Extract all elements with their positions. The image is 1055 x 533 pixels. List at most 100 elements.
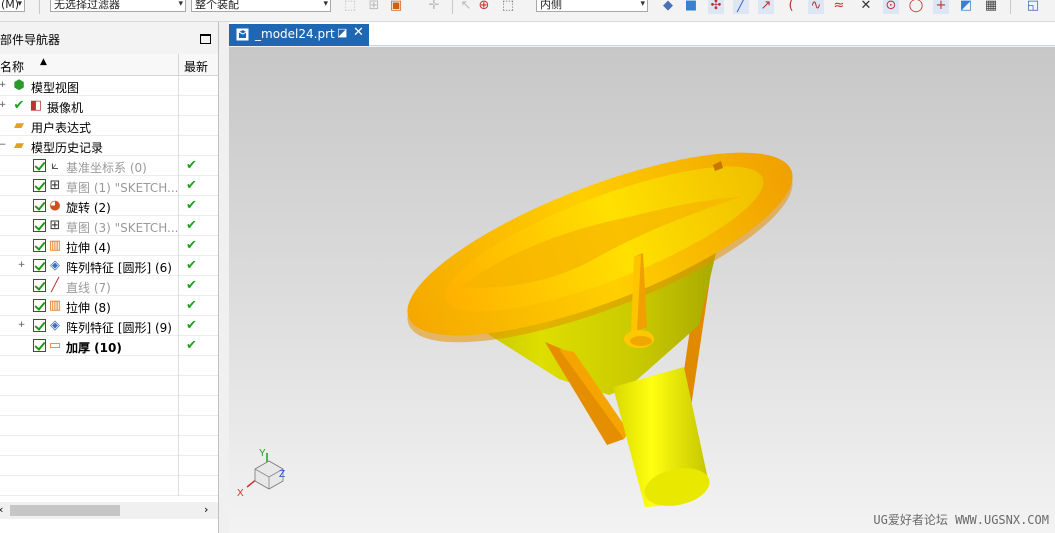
tree-row-pattern-9[interactable]: + ◈ 阵列特征 [圆形] (9) ✔: [0, 316, 218, 336]
type-filter-value: 无选择过滤器: [54, 0, 120, 11]
center-snap-icon[interactable]: ⊙: [883, 0, 899, 14]
column-name-header[interactable]: 名称: [0, 58, 24, 75]
snap-icon[interactable]: ⬚: [342, 0, 358, 14]
column-line: [178, 256, 179, 276]
spline-snap-icon[interactable]: ≈: [831, 0, 847, 14]
close-icon[interactable]: ✕: [353, 25, 364, 40]
tree-item-label: 用户表达式: [31, 121, 92, 135]
tree-item-label: 旋转 (2): [66, 201, 111, 215]
vertex-snap-icon[interactable]: ✣: [708, 0, 724, 14]
sketch-icon: ⊞: [49, 178, 61, 193]
tree-row-model-views[interactable]: + ⬢ 模型视图: [0, 76, 218, 96]
column-line: [178, 476, 179, 496]
extrude-icon: ▥: [48, 238, 62, 253]
select-feature-icon[interactable]: ▣: [388, 0, 404, 14]
sketch-icon: ⊞: [49, 218, 61, 233]
up-to-date-icon: ✔: [186, 178, 197, 193]
selection-scope-value: 整个装配: [195, 0, 239, 11]
column-divider[interactable]: [178, 54, 179, 76]
graphics-window[interactable]: Y Z X UG爱好者论坛 WWW.UGSNX.COM: [229, 47, 1055, 533]
column-line: [178, 336, 179, 356]
triad-z-label: Z: [279, 469, 285, 480]
endpoint-snap-icon[interactable]: ↗: [758, 0, 774, 14]
tree-row-line-7[interactable]: ╱ 直线 (7) ✔: [0, 276, 218, 296]
expand-icon[interactable]: +: [17, 261, 26, 270]
column-line: [178, 316, 179, 336]
quadrant-snap-icon[interactable]: ◯: [908, 0, 924, 14]
visibility-checkbox[interactable]: [33, 219, 46, 232]
column-line: [178, 96, 179, 116]
tree-row-thicken-10[interactable]: ▭ 加厚 (10) ✔: [0, 336, 218, 356]
visibility-checkbox[interactable]: [33, 339, 46, 352]
visibility-checkbox[interactable]: [33, 259, 46, 272]
move-handle-icon[interactable]: ✛: [426, 0, 442, 14]
visibility-checkbox[interactable]: [33, 239, 46, 252]
sort-ascending-icon[interactable]: ▲: [40, 57, 47, 67]
intersection-snap-icon[interactable]: ✕: [858, 0, 874, 14]
selection-mode-combo[interactable]: (M) ▾: [0, 0, 25, 12]
expand-icon[interactable]: +: [17, 321, 26, 330]
point-snap-icon[interactable]: ⊕: [476, 0, 492, 14]
column-line: [178, 76, 179, 96]
snap-options-icon[interactable]: ⊞: [366, 0, 382, 14]
column-latest-header[interactable]: 最新: [184, 58, 208, 75]
tree-item-label: 阵列特征 [圆形] (9): [66, 321, 172, 335]
scrollbar-thumb[interactable]: [10, 505, 120, 516]
type-filter-combo[interactable]: 无选择过滤器 ▾: [50, 0, 186, 12]
edge-snap-icon[interactable]: ╱: [733, 0, 749, 14]
column-line: [178, 176, 179, 196]
horizontal-scrollbar[interactable]: ‹ ›: [0, 502, 218, 519]
tab-model24[interactable]: _model24.prt ◪ ✕: [229, 24, 369, 46]
up-to-date-icon: ✔: [186, 218, 197, 233]
box-select-icon[interactable]: ⬚: [500, 0, 516, 14]
tree-item-label: 草图 (3) "SKETCH...: [66, 221, 179, 235]
datum-csys-icon: ⟀: [51, 158, 59, 173]
tree-row-pattern-6[interactable]: + ◈ 阵列特征 [圆形] (6) ✔: [0, 256, 218, 276]
empty-row: [0, 376, 218, 396]
selection-scope-combo[interactable]: 整个装配 ▾: [191, 0, 331, 12]
grid-icon[interactable]: ▦: [983, 0, 999, 14]
column-line: [178, 236, 179, 256]
view-icon[interactable]: ◩: [958, 0, 974, 14]
expand-icon[interactable]: +: [0, 101, 7, 110]
layout-icon[interactable]: ◱: [1025, 0, 1041, 14]
empty-row: [0, 396, 218, 416]
select-mode-combo[interactable]: 内侧 ▾: [536, 0, 648, 12]
column-line: [178, 116, 179, 136]
visibility-checkbox[interactable]: [33, 279, 46, 292]
expand-icon[interactable]: +: [0, 81, 7, 90]
model-render: Y Z X: [237, 152, 793, 507]
tree-row-extrude-8[interactable]: ▥ 拉伸 (8) ✔: [0, 296, 218, 316]
tree-row-camera[interactable]: + ✔ ◧ 摄像机: [0, 96, 218, 116]
up-to-date-icon: ✔: [186, 158, 197, 173]
checkmark-icon: ✔: [13, 98, 25, 113]
body-select-icon[interactable]: ■: [683, 0, 699, 14]
visibility-checkbox[interactable]: [33, 179, 46, 192]
visibility-checkbox[interactable]: [33, 159, 46, 172]
tree-row-user-expressions[interactable]: ▰ 用户表达式: [0, 116, 218, 136]
face-select-icon[interactable]: ◆: [660, 0, 676, 14]
column-line: [178, 456, 179, 476]
tree-row-datum-csys[interactable]: ⟀ 基准坐标系 (0) ✔: [0, 156, 218, 176]
collapse-icon[interactable]: −: [0, 141, 7, 150]
tree-row-sketch-3[interactable]: ● ⊞ 草图 (3) "SKETCH... ✔: [0, 216, 218, 236]
visibility-checkbox[interactable]: [33, 199, 46, 212]
point-on-curve-icon[interactable]: +: [933, 0, 949, 14]
document-tabbar: _model24.prt ◪ ✕: [229, 22, 1055, 46]
scroll-right-icon[interactable]: ›: [204, 503, 208, 516]
arc-snap-icon[interactable]: (: [783, 0, 799, 14]
tree-row-extrude-4[interactable]: ▥ 拉伸 (4) ✔: [0, 236, 218, 256]
tree-item-label: 阵列特征 [圆形] (6): [66, 261, 172, 275]
tree-row-model-history[interactable]: − ▰ 模型历史记录: [0, 136, 218, 156]
tree-item-label: 直线 (7): [66, 281, 111, 295]
tab-label: _model24.prt: [255, 27, 335, 41]
curve-snap-icon[interactable]: ∿: [808, 0, 824, 14]
tree-row-sketch-1[interactable]: ⊞ 草图 (1) "SKETCH... ✔: [0, 176, 218, 196]
tree-row-revolve[interactable]: ◕ 旋转 (2) ✔: [0, 196, 218, 216]
visibility-checkbox[interactable]: [33, 299, 46, 312]
modified-icon: ◪: [337, 26, 348, 39]
pointer-icon[interactable]: ↖: [458, 0, 474, 14]
scroll-left-icon[interactable]: ‹: [0, 503, 3, 516]
visibility-checkbox[interactable]: [33, 319, 46, 332]
maximize-icon[interactable]: [200, 34, 211, 44]
